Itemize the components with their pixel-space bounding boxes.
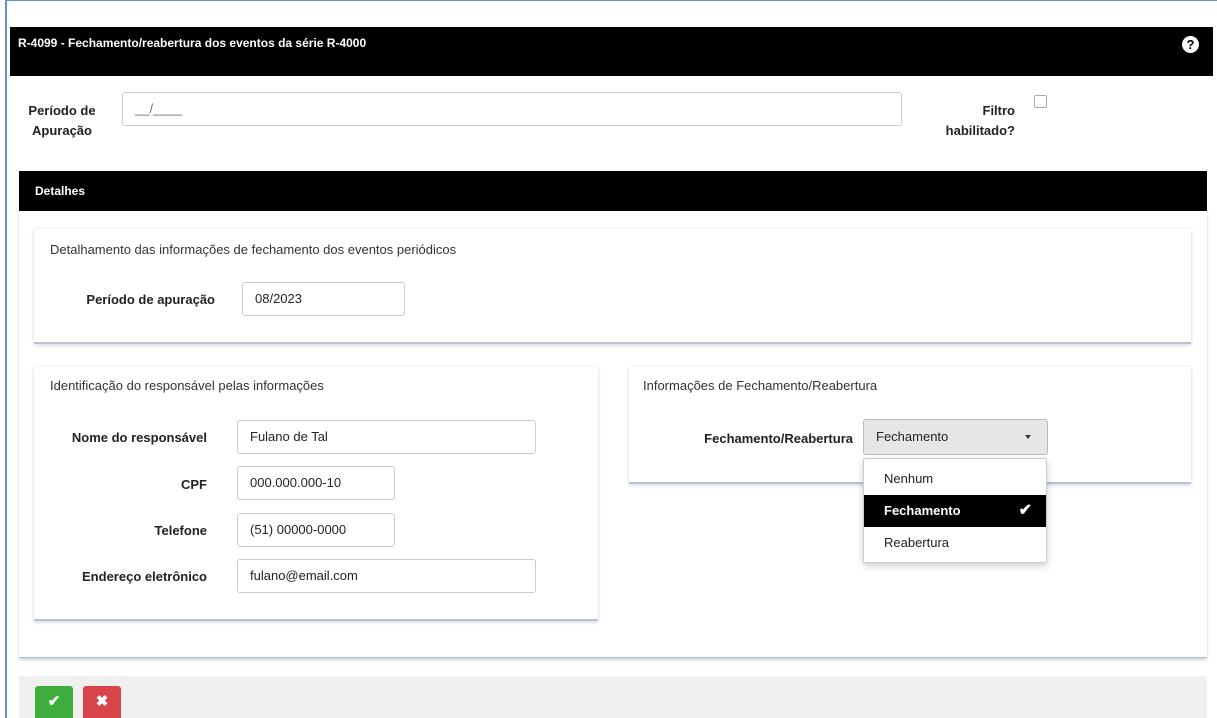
filtro-habilitado-checkbox[interactable] (1034, 95, 1047, 108)
page-title: R-4099 - Fechamento/reabertura dos event… (18, 36, 367, 50)
fechamento-reabertura-select[interactable]: Fechamento (863, 419, 1048, 455)
check-icon: ✔ (47, 693, 61, 710)
periodo-apuracao-filter-input[interactable]: __/____ (122, 92, 902, 126)
caret-down-icon (1025, 435, 1031, 439)
nome-responsavel-input[interactable]: Fulano de Tal (237, 420, 536, 454)
responsavel-section-title: Identificação do responsável pelas infor… (50, 378, 324, 393)
fechamento-section-title: Detalhamento das informações de fechamen… (50, 242, 457, 257)
nome-responsavel-label: Nome do responsável (71, 430, 207, 445)
reabertura-section-title: Informações de Fechamento/Reabertura (643, 378, 878, 393)
cpf-label: CPF (181, 477, 207, 492)
detalhes-header: Detalhes (19, 171, 1207, 211)
title-bar: R-4099 - Fechamento/reabertura dos event… (10, 27, 1213, 76)
periodo-apuracao-detail-input[interactable]: 08/2023 (242, 282, 405, 316)
select-value: Fechamento (876, 429, 949, 444)
check-icon: ✔ (1018, 502, 1032, 519)
option-reabertura[interactable]: Reabertura (864, 527, 1046, 559)
close-icon: ✖ (95, 693, 109, 710)
periodo-apuracao-detail-label: Período de apuração (86, 292, 215, 307)
option-fechamento[interactable]: Fechamento ✔ (864, 495, 1046, 527)
email-input[interactable]: fulano@email.com (237, 559, 536, 593)
help-icon[interactable]: ? (1182, 36, 1199, 53)
telefone-label: Telefone (154, 523, 208, 538)
option-nenhum[interactable]: Nenhum (864, 463, 1046, 495)
fechamento-section-card: Detalhamento das informações de fechamen… (34, 229, 1191, 344)
cpf-input[interactable]: 000.000.000-10 (237, 466, 395, 500)
periodo-apuracao-label: Período de Apuração (28, 103, 96, 138)
email-label: Endereço eletrônico (82, 569, 207, 584)
confirm-button[interactable]: ✔ (35, 686, 73, 718)
filtro-habilitado-label: Filtro habilitado? (945, 103, 1015, 138)
telefone-input[interactable]: (51) 00000-0000 (237, 513, 395, 547)
cancel-button[interactable]: ✖ (83, 686, 121, 718)
footer-bar (19, 676, 1207, 718)
fechamento-reabertura-dropdown: Nenhum Fechamento ✔ Reabertura (863, 458, 1047, 563)
fechamento-reabertura-label: Fechamento/Reabertura (704, 431, 853, 446)
